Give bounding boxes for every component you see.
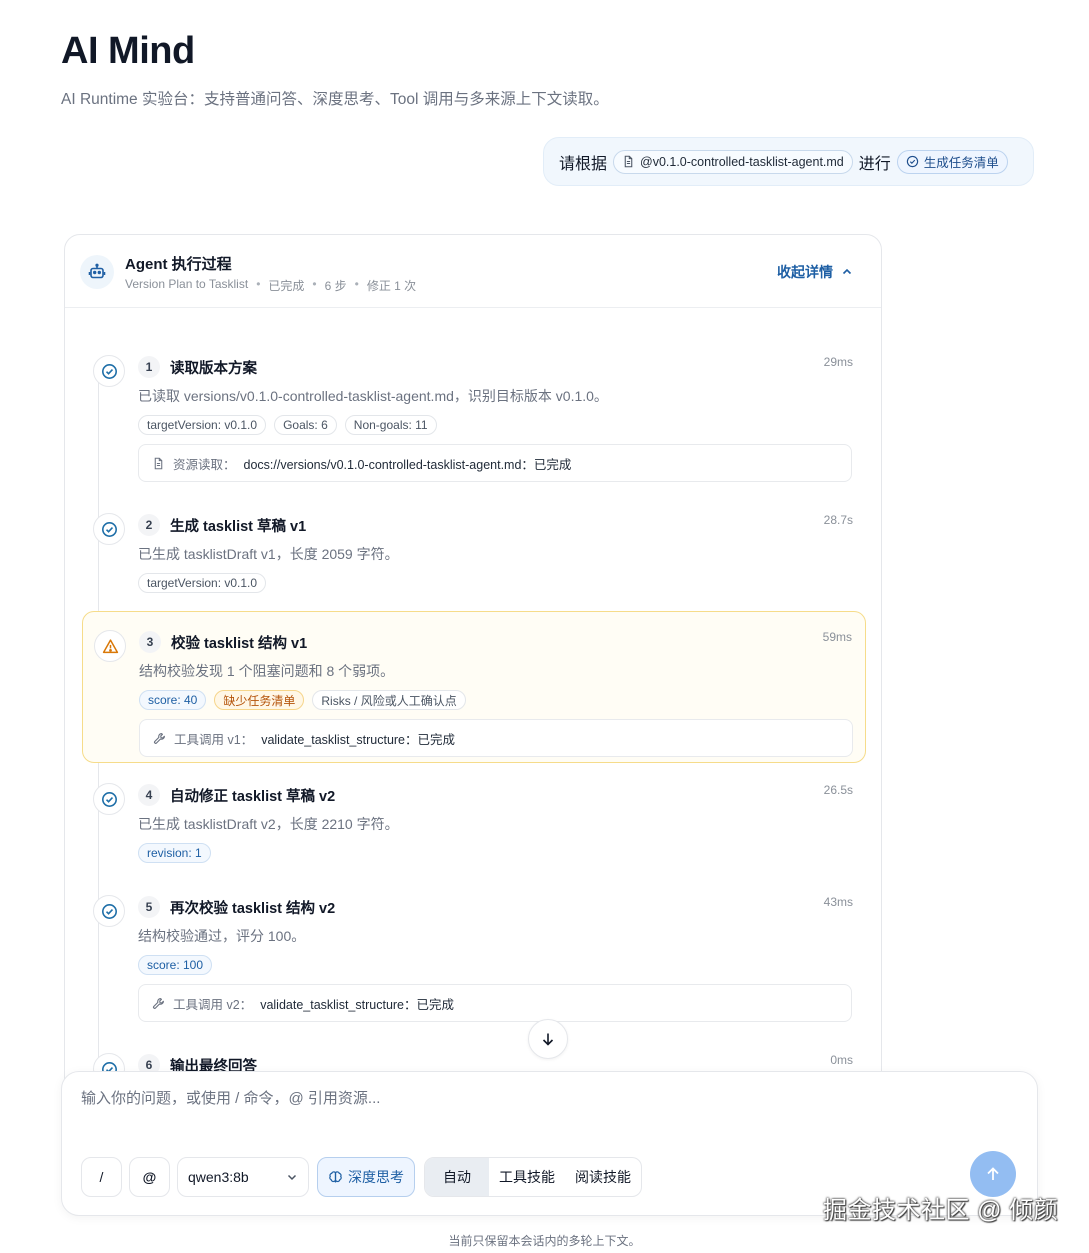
step-tag: Non-goals: 11 — [344, 415, 437, 435]
resource-chip-label: @v0.1.0-controlled-tasklist-agent.md — [640, 154, 844, 169]
step-tags: score: 100 — [138, 955, 213, 975]
agent-card-header: Agent 执行过程 Version Plan to Tasklist • 已完成… — [65, 235, 881, 308]
user-message-middle: 进行 — [858, 155, 891, 173]
tool-call-record: 工具调用 v1： validate_tasklist_structure：已完成 — [139, 719, 853, 757]
record-label: 资源读取： — [173, 457, 236, 472]
mode-option-tool-skill[interactable]: 工具技能 — [489, 1158, 565, 1196]
meta-status: 已完成 — [268, 279, 305, 293]
step-tag: revision: 1 — [138, 843, 211, 863]
step-item-4: 4 自动修正 tasklist 草稿 v2 26.5s 已生成 tasklist… — [82, 765, 866, 865]
step-duration: 26.5s — [823, 783, 853, 797]
step-number: 1 — [138, 356, 160, 378]
check-circle-icon — [906, 155, 918, 168]
model-select-value: qwen3:8b — [188, 1169, 249, 1185]
step-tags: targetVersion: v0.1.0 Goals: 6 Non-goals… — [138, 415, 437, 435]
step-item-5: 5 再次校验 tasklist 结构 v2 43ms 结构校验通过，评分 100… — [82, 877, 866, 1027]
step-description: 已生成 tasklistDraft v2，长度 2210 字符。 — [138, 816, 399, 832]
model-select[interactable]: qwen3:8b — [177, 1157, 309, 1197]
mode-option-read-skill[interactable]: 阅读技能 — [565, 1158, 641, 1196]
step-number: 4 — [138, 784, 160, 806]
step-tags: score: 40 缺少任务清单 Risks / 风险或人工确认点 — [139, 690, 466, 710]
robot-icon — [80, 255, 114, 289]
step-item-1: 1 读取版本方案 29ms 已读取 versions/v0.1.0-contro… — [82, 337, 866, 487]
document-icon — [154, 457, 163, 469]
record-value: validate_tasklist_structure：已完成 — [261, 732, 456, 747]
step-title: 生成 tasklist 草稿 v1 — [170, 519, 307, 535]
chat-input[interactable] — [81, 1090, 961, 1107]
step-duration: 59ms — [822, 630, 852, 644]
step-duration: 0ms — [830, 1053, 853, 1067]
agent-process-card: Agent 执行过程 Version Plan to Tasklist • 已完成… — [64, 234, 882, 1134]
step-tag: score: 40 — [139, 690, 207, 710]
watermark: 掘金技术社区 @ 倾颜 — [823, 1197, 1059, 1224]
skill-chip[interactable]: 生成任务清单 — [896, 149, 1008, 174]
step-number: 2 — [138, 514, 160, 536]
arrow-up-icon — [987, 1167, 999, 1180]
user-message-prefix: 请根据 — [559, 155, 608, 173]
step-duration: 28.7s — [823, 513, 853, 527]
document-icon — [624, 155, 633, 168]
step-item-2: 2 生成 tasklist 草稿 v1 28.7s 已生成 tasklistDr… — [82, 495, 866, 595]
mode-segmented-control: 自动 工具技能 阅读技能 — [424, 1157, 642, 1197]
collapse-details-label: 收起详情 — [777, 264, 833, 280]
step-tag: 缺少任务清单 — [214, 690, 305, 710]
step-description: 已读取 versions/v0.1.0-controlled-tasklist-… — [138, 388, 608, 404]
step-done-icon — [93, 895, 125, 927]
record-value: docs://versions/v0.1.0-controlled-taskli… — [243, 457, 572, 472]
at-mention-button[interactable]: @ — [129, 1157, 170, 1197]
resource-read-record: 资源读取： docs://versions/v0.1.0-controlled-… — [138, 444, 852, 482]
record-label: 工具调用 v2： — [173, 997, 253, 1012]
record-label: 工具调用 v1： — [174, 732, 254, 747]
step-done-icon — [93, 513, 125, 545]
deep-think-toggle[interactable]: 深度思考 — [317, 1157, 415, 1197]
step-title: 自动修正 tasklist 草稿 v2 — [170, 789, 336, 805]
warning-icon — [94, 630, 126, 662]
step-number: 3 — [139, 631, 161, 653]
step-tag: Goals: 6 — [274, 415, 337, 435]
scroll-to-bottom-button[interactable] — [528, 1019, 568, 1059]
agent-card-meta: Version Plan to Tasklist • 已完成 • 6 步 • 修正 1… — [125, 277, 417, 293]
at-mention-label: @ — [142, 1169, 157, 1185]
user-message-bubble: 请根据 @v0.1.0-controlled-tasklist-agent.md… — [543, 137, 1034, 186]
step-duration: 43ms — [823, 895, 853, 909]
step-tags: targetVersion: v0.1.0 — [138, 573, 267, 593]
meta-steps: 6 步 — [324, 279, 347, 293]
collapse-details-button[interactable]: 收起详情 — [777, 262, 853, 282]
step-item-3: 3 校验 tasklist 结构 v1 59ms 结构校验发现 1 个阻塞问题和… — [82, 611, 866, 763]
step-tag: score: 100 — [138, 955, 213, 975]
step-tags: revision: 1 — [138, 843, 211, 863]
step-title: 读取版本方案 — [170, 361, 257, 377]
page-title: AI Mind — [61, 30, 195, 72]
agent-card-title: Agent 执行过程 — [125, 256, 232, 273]
mode-option-auto[interactable]: 自动 — [425, 1158, 489, 1196]
step-done-icon — [93, 783, 125, 815]
tool-call-record: 工具调用 v2： validate_tasklist_structure：已完成 — [138, 984, 852, 1022]
step-done-icon — [93, 355, 125, 387]
meta-flow: Version Plan to Tasklist — [125, 277, 249, 291]
step-description: 结构校验通过，评分 100。 — [138, 928, 306, 944]
arrow-down-icon — [542, 1033, 554, 1046]
step-tag: targetVersion: v0.1.0 — [138, 415, 267, 435]
deep-think-label: 深度思考 — [348, 1169, 404, 1185]
footer-note: 当前只保留本会话内的多轮上下文。 — [448, 1234, 641, 1248]
record-value: validate_tasklist_structure：已完成 — [260, 997, 455, 1012]
step-title: 再次校验 tasklist 结构 v2 — [170, 901, 336, 917]
step-description: 结构校验发现 1 个阻塞问题和 8 个弱项。 — [139, 663, 395, 679]
meta-revisions: 修正 1 次 — [366, 279, 417, 293]
slash-command-button[interactable]: / — [81, 1157, 122, 1197]
wrench-icon — [153, 732, 165, 744]
step-duration: 29ms — [823, 355, 853, 369]
wrench-icon — [152, 997, 164, 1009]
step-title: 校验 tasklist 结构 v1 — [171, 636, 308, 652]
step-tag: Risks / 风险或人工确认点 — [312, 690, 466, 710]
step-tag: targetVersion: v0.1.0 — [138, 573, 267, 593]
step-description: 已生成 tasklistDraft v1，长度 2059 字符。 — [138, 546, 399, 562]
resource-chip[interactable]: @v0.1.0-controlled-tasklist-agent.md — [613, 149, 853, 174]
skill-chip-label: 生成任务清单 — [923, 156, 999, 170]
chevron-down-icon — [287, 1174, 297, 1181]
page-subtitle: AI Runtime 实验台：支持普通问答、深度思考、Tool 调用与多来源上下… — [61, 91, 609, 108]
brain-icon — [329, 1170, 342, 1183]
step-number: 5 — [138, 896, 160, 918]
chevron-up-icon — [842, 268, 852, 275]
